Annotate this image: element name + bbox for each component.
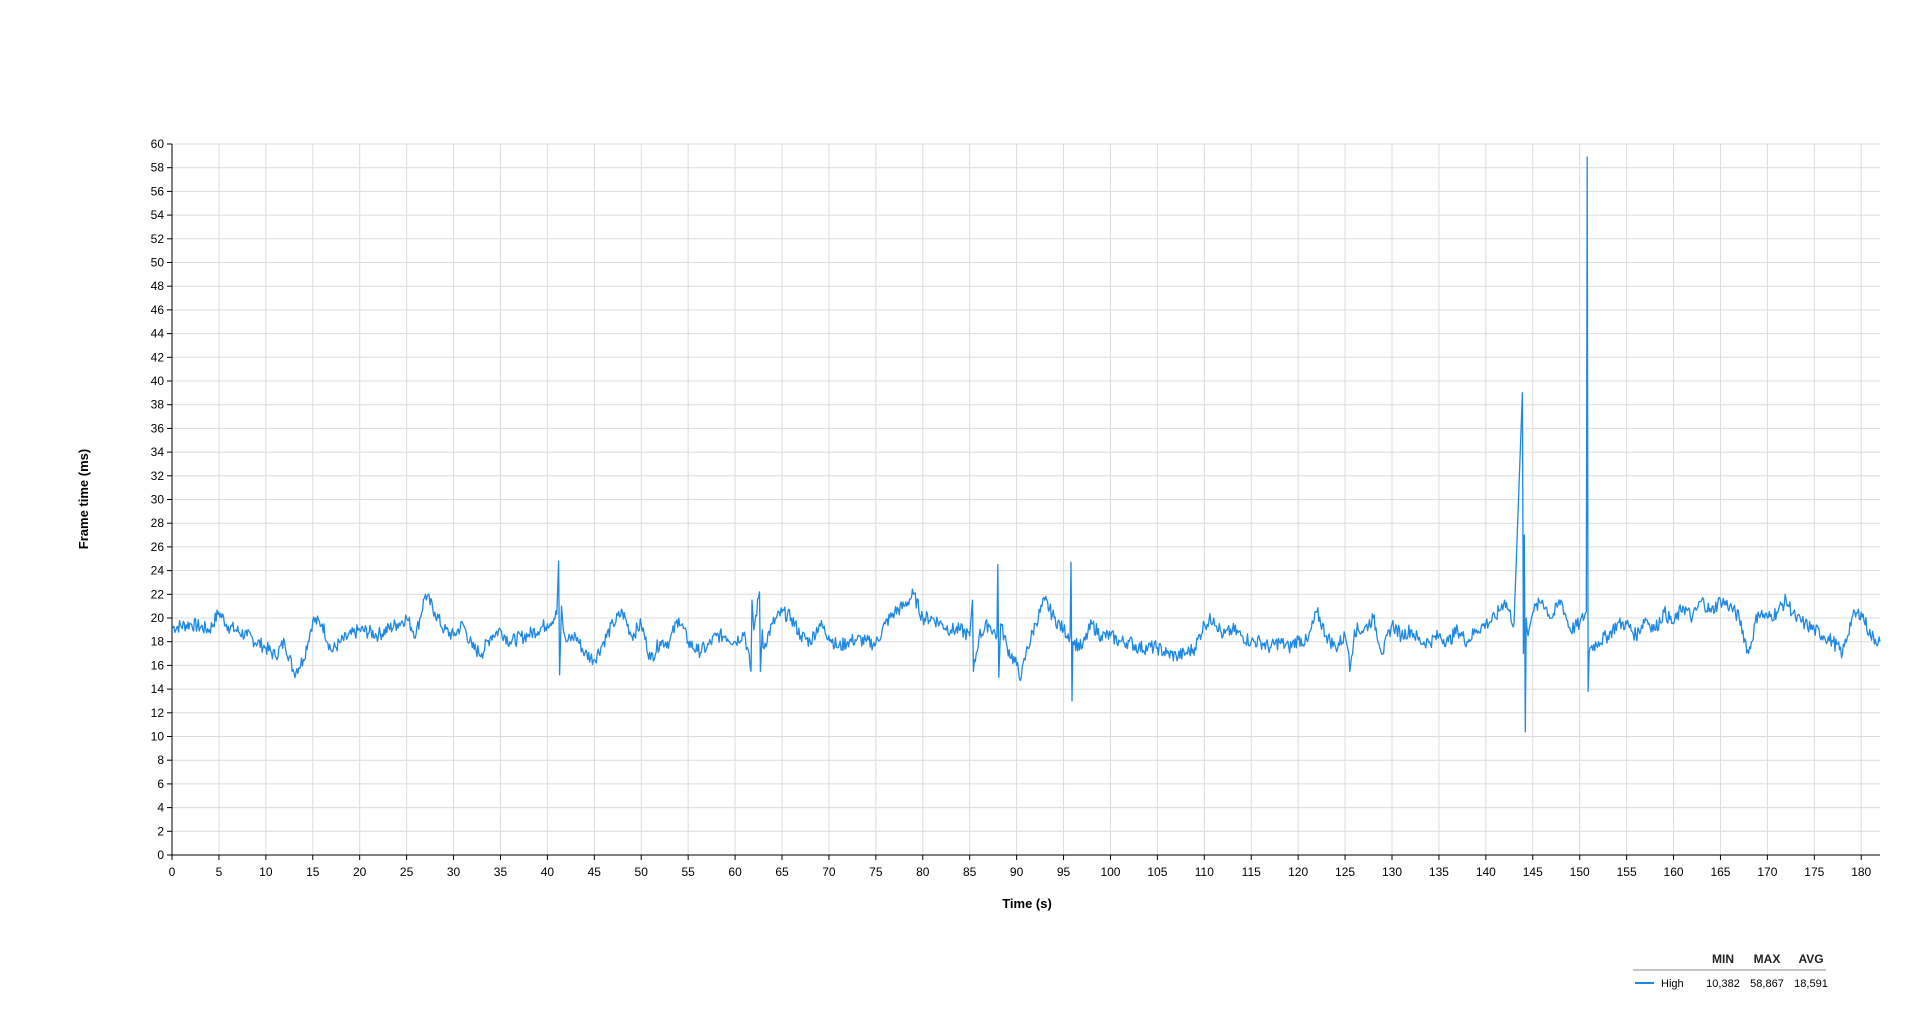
legend-header-max: MAX <box>1754 952 1781 966</box>
y-tick-label-18: 18 <box>151 635 165 649</box>
x-tick-label-130: 130 <box>1382 865 1402 879</box>
x-tick-label-65: 65 <box>775 865 789 879</box>
legend-max-value: 58,867 <box>1750 978 1784 990</box>
x-tick-label-0: 0 <box>169 865 176 879</box>
x-tick-label-95: 95 <box>1057 865 1071 879</box>
y-tick-label-14: 14 <box>151 682 165 696</box>
y-tick-label-16: 16 <box>151 658 165 672</box>
y-tick-label-28: 28 <box>151 516 165 530</box>
y-tick-label-40: 40 <box>151 374 165 388</box>
x-tick-label-120: 120 <box>1288 865 1308 879</box>
y-tick-label-8: 8 <box>157 753 164 767</box>
y-axis-ticks: 0246810121416182022242628303234363840424… <box>151 137 172 862</box>
x-tick-label-15: 15 <box>306 865 320 879</box>
x-tick-label-155: 155 <box>1617 865 1637 879</box>
x-tick-label-30: 30 <box>447 865 461 879</box>
x-tick-label-180: 180 <box>1851 865 1871 879</box>
y-tick-label-22: 22 <box>151 587 165 601</box>
y-tick-label-50: 50 <box>151 256 165 270</box>
y-tick-label-2: 2 <box>157 824 164 838</box>
x-tick-label-105: 105 <box>1147 865 1167 879</box>
x-axis-title: Time (s) <box>1002 896 1052 911</box>
x-tick-label-170: 170 <box>1757 865 1777 879</box>
y-tick-label-34: 34 <box>151 445 165 459</box>
x-tick-label-60: 60 <box>728 865 742 879</box>
y-axis-title: Frame time (ms) <box>76 449 91 549</box>
legend-header-min: MIN <box>1712 952 1734 966</box>
y-tick-label-58: 58 <box>151 161 165 175</box>
y-tick-label-56: 56 <box>151 184 165 198</box>
y-tick-label-44: 44 <box>151 327 165 341</box>
y-tick-label-30: 30 <box>151 493 165 507</box>
x-tick-label-85: 85 <box>963 865 977 879</box>
x-tick-label-135: 135 <box>1429 865 1449 879</box>
legend-avg-value: 18,591 <box>1794 978 1828 990</box>
y-tick-label-60: 60 <box>151 137 165 151</box>
y-tick-label-24: 24 <box>151 564 165 578</box>
x-tick-label-165: 165 <box>1710 865 1730 879</box>
y-tick-label-48: 48 <box>151 279 165 293</box>
chart-grid <box>171 143 1880 856</box>
x-tick-label-20: 20 <box>353 865 367 879</box>
legend-header-avg: AVG <box>1798 952 1823 966</box>
y-tick-label-42: 42 <box>151 350 165 364</box>
y-tick-label-32: 32 <box>151 469 165 483</box>
x-tick-label-145: 145 <box>1523 865 1543 879</box>
x-tick-label-175: 175 <box>1804 865 1824 879</box>
x-tick-label-5: 5 <box>216 865 223 879</box>
x-tick-label-160: 160 <box>1664 865 1684 879</box>
x-tick-label-70: 70 <box>822 865 836 879</box>
x-axis-ticks: 0 5 10 15 20 25 30 35 40 45 50 55 60 65 70 75 80 85 90 95 10… <box>169 855 1872 879</box>
x-tick-label-140: 140 <box>1476 865 1496 879</box>
legend-series-name: High <box>1661 978 1684 990</box>
x-tick-label-150: 150 <box>1570 865 1590 879</box>
x-tick-label-75: 75 <box>869 865 883 879</box>
plot-area <box>171 156 1881 733</box>
stats-legend: MIN MAX AVG High 10,382 58,867 18,591 <box>1633 952 1828 990</box>
y-tick-label-4: 4 <box>157 801 164 815</box>
x-tick-label-115: 115 <box>1242 865 1261 879</box>
x-tick-label-125: 125 <box>1335 865 1355 879</box>
x-tick-label-50: 50 <box>635 865 649 879</box>
y-tick-label-20: 20 <box>151 611 165 625</box>
y-tick-label-52: 52 <box>151 232 165 246</box>
frame-time-chart: 0 5 10 15 20 25 30 35 40 45 50 55 60 65 70 75 80 85 90 95 10… <box>76 137 1881 990</box>
x-tick-label-80: 80 <box>916 865 930 879</box>
legend-min-value: 10,382 <box>1706 978 1740 990</box>
x-tick-label-55: 55 <box>681 865 695 879</box>
y-tick-label-54: 54 <box>151 208 165 222</box>
y-tick-label-26: 26 <box>151 540 165 554</box>
x-tick-label-10: 10 <box>259 865 273 879</box>
x-tick-label-90: 90 <box>1010 865 1024 879</box>
x-tick-label-35: 35 <box>494 865 508 879</box>
y-tick-label-46: 46 <box>151 303 165 317</box>
y-tick-label-0: 0 <box>157 848 164 862</box>
x-tick-label-110: 110 <box>1195 865 1214 879</box>
x-tick-label-25: 25 <box>400 865 414 879</box>
x-tick-label-40: 40 <box>541 865 555 879</box>
y-tick-label-6: 6 <box>157 777 164 791</box>
y-tick-label-36: 36 <box>151 421 165 435</box>
x-tick-label-100: 100 <box>1100 865 1120 879</box>
x-tick-label-45: 45 <box>588 865 602 879</box>
series-line-high <box>171 156 1881 733</box>
y-tick-label-10: 10 <box>151 730 165 744</box>
y-tick-label-12: 12 <box>151 706 165 720</box>
y-tick-label-38: 38 <box>151 398 165 412</box>
